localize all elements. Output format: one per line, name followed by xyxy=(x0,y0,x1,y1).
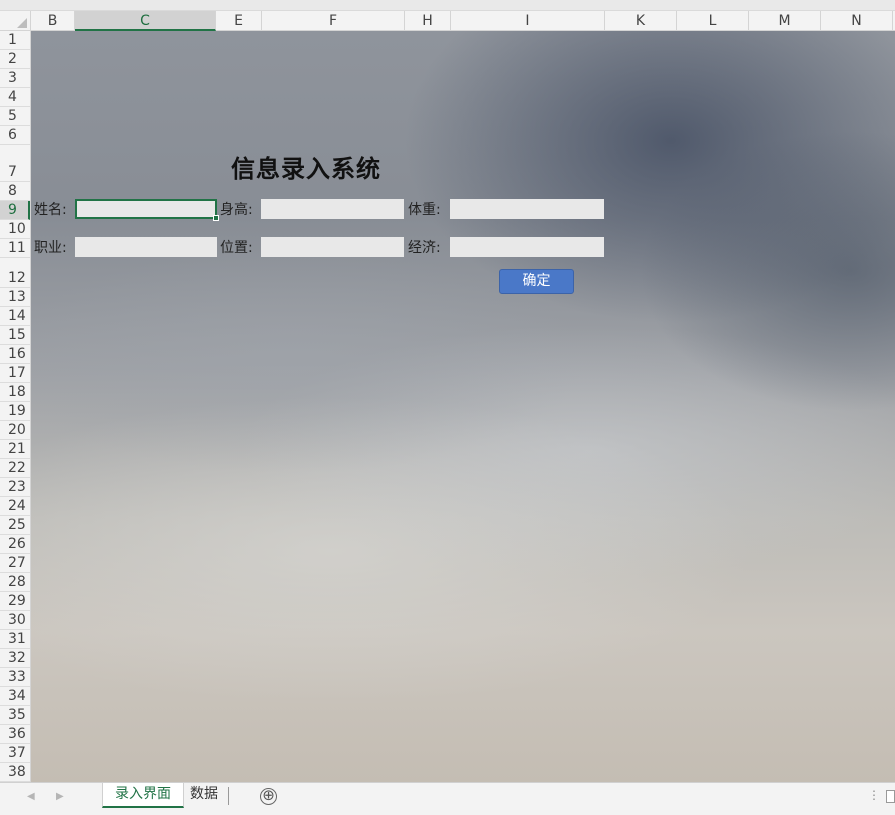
row-header-25[interactable]: 25 xyxy=(0,516,30,535)
column-header-c[interactable]: C xyxy=(75,11,216,31)
row-header-19[interactable]: 19 xyxy=(0,402,30,421)
scroll-corner xyxy=(886,790,895,803)
weight-label: 体重: xyxy=(408,202,441,218)
position-input[interactable] xyxy=(261,237,404,257)
row-header-34[interactable]: 34 xyxy=(0,687,30,706)
column-header-n[interactable]: N xyxy=(821,11,893,31)
column-header-f[interactable]: F xyxy=(262,11,405,31)
row-header-32[interactable]: 32 xyxy=(0,649,30,668)
select-all-corner[interactable] xyxy=(0,11,31,31)
row-header-1[interactable]: 1 xyxy=(0,31,30,50)
row-header-7[interactable]: 7 xyxy=(0,145,30,182)
row-header-38[interactable]: 38 xyxy=(0,763,30,782)
next-sheet-icon[interactable]: ▶ xyxy=(56,791,64,802)
weight-input[interactable] xyxy=(450,199,604,219)
form-title: 信息录入系统 xyxy=(231,155,381,183)
row-header-30[interactable]: 30 xyxy=(0,611,30,630)
height-label: 身高: xyxy=(220,202,253,218)
row-header-26[interactable]: 26 xyxy=(0,535,30,554)
top-strip xyxy=(0,0,895,11)
sheet-tab-bar: ◀ ▶ 录入界面 数据 ⊕ ⋮ xyxy=(0,782,895,815)
row-header-5[interactable]: 5 xyxy=(0,107,30,126)
column-header-k[interactable]: K xyxy=(605,11,677,31)
row-header-14[interactable]: 14 xyxy=(0,307,30,326)
row-header-33[interactable]: 33 xyxy=(0,668,30,687)
economy-input[interactable] xyxy=(450,237,604,257)
tab-separator xyxy=(228,787,229,805)
row-header-27[interactable]: 27 xyxy=(0,554,30,573)
height-input[interactable] xyxy=(261,199,404,219)
name-input[interactable] xyxy=(75,199,217,219)
row-header-bar: 1 2 3 4 5 6 7 8 9 10 11 12 13 14 15 16 17 18 19 20 21 22 23 24 2… xyxy=(0,31,31,782)
row-header-37[interactable]: 37 xyxy=(0,744,30,763)
column-header-i[interactable]: I xyxy=(451,11,605,31)
row-header-35[interactable]: 35 xyxy=(0,706,30,725)
row-header-28[interactable]: 28 xyxy=(0,573,30,592)
row-header-2[interactable]: 2 xyxy=(0,50,30,69)
row-header-29[interactable]: 29 xyxy=(0,592,30,611)
row-header-4[interactable]: 4 xyxy=(0,88,30,107)
row-header-24[interactable]: 24 xyxy=(0,497,30,516)
worksheet-area[interactable]: 信息录入系统 姓名: 身高: 体重: 职业: 位置: 经济: 确定 xyxy=(31,31,895,782)
row-header-10[interactable]: 10 xyxy=(0,220,30,239)
row-header-12[interactable]: 12 xyxy=(0,258,30,288)
row-header-15[interactable]: 15 xyxy=(0,326,30,345)
row-header-11[interactable]: 11 xyxy=(0,239,30,258)
column-header-e[interactable]: E xyxy=(216,11,262,31)
row-header-6[interactable]: 6 xyxy=(0,126,30,145)
row-header-17[interactable]: 17 xyxy=(0,364,30,383)
row-header-3[interactable]: 3 xyxy=(0,69,30,88)
column-header-m[interactable]: M xyxy=(749,11,821,31)
add-sheet-icon[interactable]: ⊕ xyxy=(260,788,277,805)
column-header-b[interactable]: B xyxy=(31,11,75,31)
row-header-36[interactable]: 36 xyxy=(0,725,30,744)
confirm-button[interactable]: 确定 xyxy=(499,269,574,294)
row-header-22[interactable]: 22 xyxy=(0,459,30,478)
column-header-l[interactable]: L xyxy=(677,11,749,31)
row-header-9[interactable]: 9 xyxy=(0,201,30,220)
economy-label: 经济: xyxy=(408,240,441,256)
prev-sheet-icon[interactable]: ◀ xyxy=(27,791,35,802)
job-label: 职业: xyxy=(34,240,67,256)
tab-sheet2[interactable]: 数据 xyxy=(178,783,230,808)
name-label: 姓名: xyxy=(34,202,67,218)
row-header-31[interactable]: 31 xyxy=(0,630,30,649)
more-options-icon[interactable]: ⋮ xyxy=(868,788,880,802)
row-header-20[interactable]: 20 xyxy=(0,421,30,440)
row-header-13[interactable]: 13 xyxy=(0,288,30,307)
row-header-8[interactable]: 8 xyxy=(0,182,30,201)
fill-handle[interactable] xyxy=(213,215,219,221)
job-input[interactable] xyxy=(75,237,217,257)
row-header-21[interactable]: 21 xyxy=(0,440,30,459)
position-label: 位置: xyxy=(220,240,253,256)
tab-sheet1[interactable]: 录入界面 xyxy=(102,783,184,808)
row-header-16[interactable]: 16 xyxy=(0,345,30,364)
column-header-bar: BCEFHIKLMN xyxy=(0,0,895,31)
row-header-23[interactable]: 23 xyxy=(0,478,30,497)
row-header-18[interactable]: 18 xyxy=(0,383,30,402)
column-header-h[interactable]: H xyxy=(405,11,451,31)
